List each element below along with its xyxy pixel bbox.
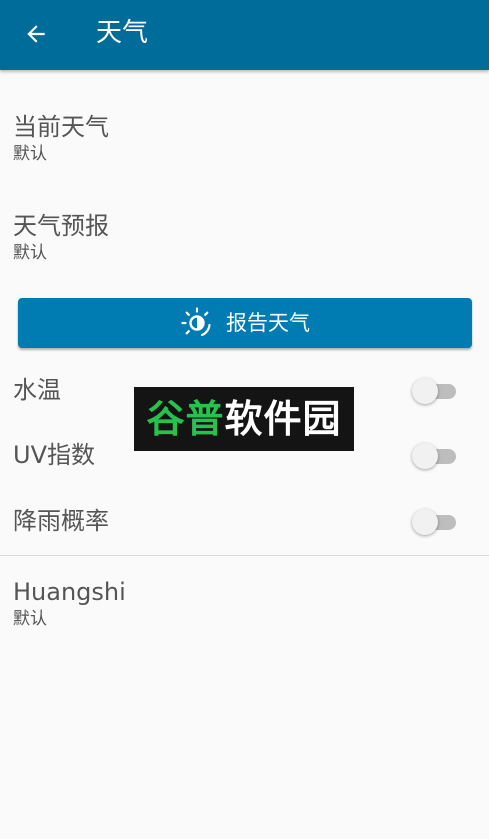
pref-title: Huangshi — [13, 578, 126, 606]
switch-thumb — [412, 443, 438, 469]
switch-row-rain-probability: 降雨概率 — [0, 502, 489, 542]
switch-thumb — [412, 509, 438, 535]
switch-label: UV指数 — [13, 441, 95, 469]
pref-weather-forecast[interactable]: 天气预报 默认 — [13, 211, 109, 264]
pref-summary: 默认 — [13, 609, 47, 629]
watermark-text-white: 软件园 — [224, 397, 342, 441]
watermark-logo: 谷普 软件园 — [134, 387, 354, 451]
back-button[interactable] — [14, 12, 58, 56]
pref-summary: 默认 — [13, 144, 47, 164]
report-weather-label: 报告天气 — [226, 311, 310, 335]
pref-summary: 默认 — [13, 243, 47, 263]
switch-thumb — [412, 378, 438, 404]
water-temperature-toggle[interactable] — [412, 376, 458, 406]
weather-sun-icon — [180, 306, 214, 340]
uv-index-toggle[interactable] — [412, 441, 458, 471]
switch-label: 降雨概率 — [13, 507, 109, 535]
page-title: 天气 — [96, 18, 149, 48]
app-bar: 天气 — [0, 0, 489, 70]
rain-probability-toggle[interactable] — [412, 507, 458, 537]
pref-location[interactable]: Huangshi 默认 — [13, 577, 126, 630]
pref-title: 当前天气 — [13, 113, 109, 141]
report-weather-button[interactable]: 报告天气 — [18, 298, 472, 348]
watermark-text-green: 谷普 — [146, 397, 225, 441]
weather-settings-screen: 天气 当前天气 默认 天气预报 默认 报告天气 水温 UV指数 降雨概率 Hua… — [0, 0, 489, 839]
arrow-left-icon — [27, 25, 45, 43]
switch-label: 水温 — [13, 376, 61, 404]
section-divider — [0, 555, 489, 556]
pref-current-weather[interactable]: 当前天气 默认 — [13, 112, 109, 165]
pref-title: 天气预报 — [13, 212, 109, 240]
